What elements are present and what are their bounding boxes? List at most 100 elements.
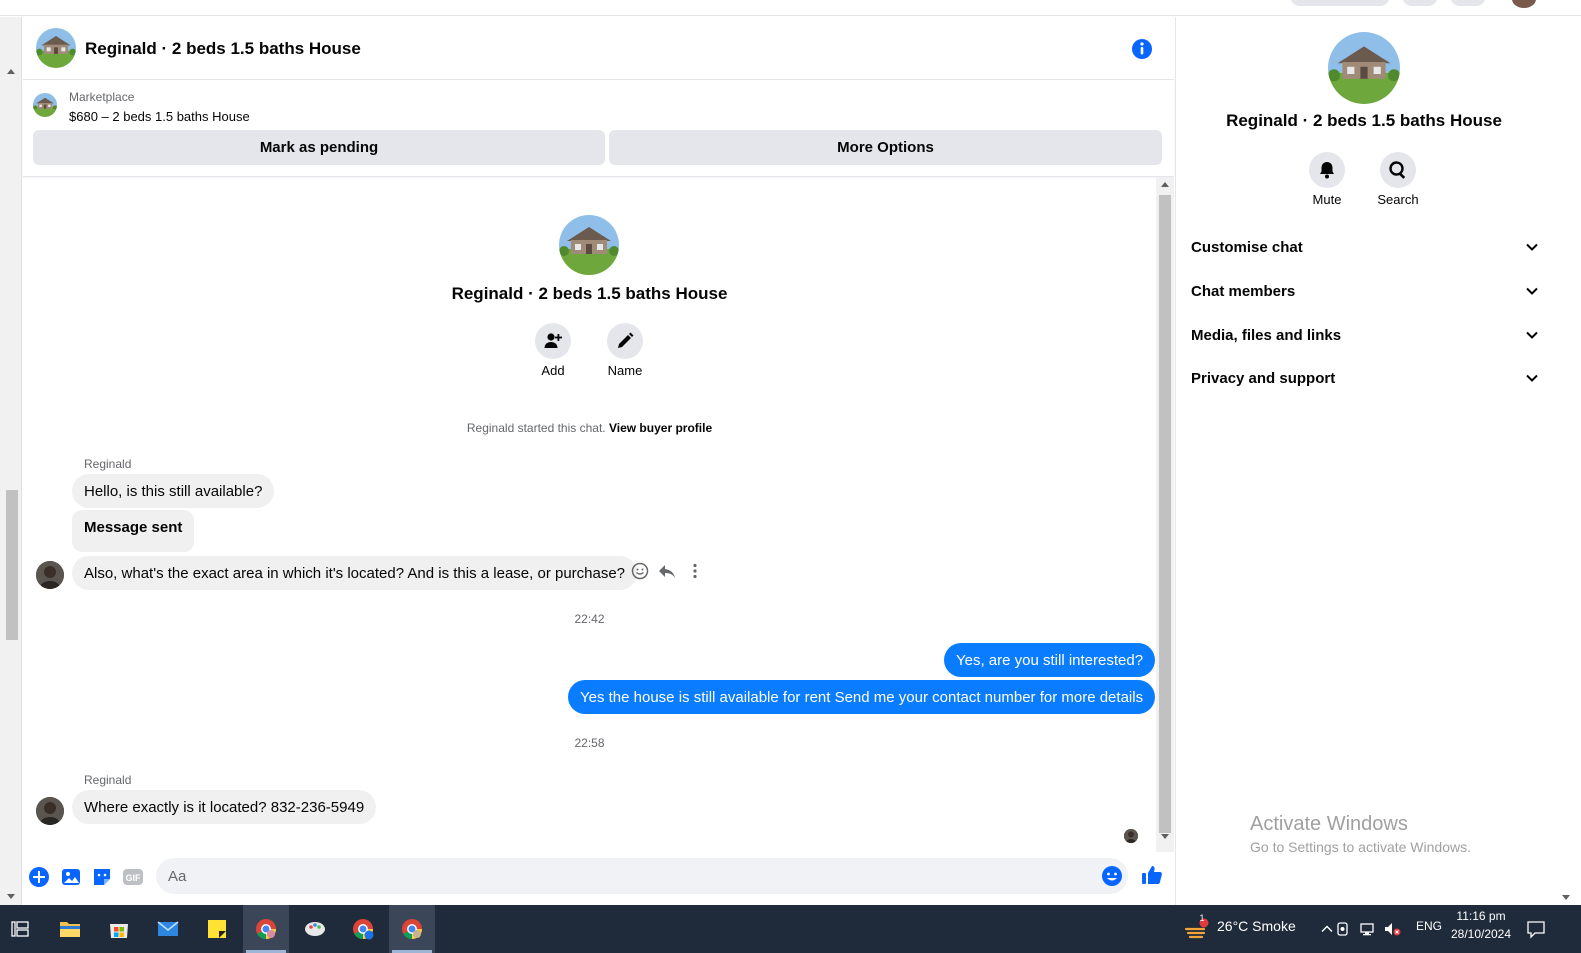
mail-icon[interactable] — [150, 911, 186, 947]
weather-badge: 1 — [1199, 913, 1205, 923]
add-label: Add — [541, 363, 565, 378]
name-chat-button[interactable] — [607, 323, 643, 359]
chrome-icon[interactable] — [248, 911, 284, 947]
incoming-message-sent-card[interactable]: Message sent — [72, 510, 195, 552]
timestamp: 22:42 — [574, 612, 605, 626]
section-label: Privacy and support — [1191, 369, 1336, 387]
top-menu-button[interactable] — [1402, 0, 1438, 6]
intro-avatar — [559, 215, 619, 275]
language-indicator[interactable]: ENG — [1416, 919, 1442, 933]
right-scrollbar[interactable] — [1552, 17, 1581, 905]
page-scrollbar[interactable] — [0, 17, 22, 905]
page-scrollbar-thumb[interactable] — [6, 490, 18, 640]
customise-chat-section[interactable]: Customise chat — [1191, 227, 1539, 267]
top-search-pill[interactable] — [1290, 0, 1390, 6]
details-avatar — [1328, 32, 1400, 104]
scroll-down-arrow-icon[interactable] — [7, 894, 15, 899]
clock-date[interactable]: 28/10/2024 — [1446, 927, 1516, 941]
mute-button[interactable] — [1309, 152, 1345, 188]
network-icon[interactable] — [1357, 911, 1379, 947]
message-input[interactable] — [156, 858, 1128, 894]
view-buyer-profile-link[interactable]: View buyer profile — [609, 421, 712, 435]
bell-icon — [1320, 162, 1334, 179]
details-title: Reginald · 2 beds 1.5 baths House — [1226, 111, 1502, 130]
notification-center-icon[interactable] — [1518, 911, 1554, 947]
media-files-links-section[interactable]: Media, files and links — [1191, 315, 1539, 355]
thumbs-up-icon[interactable] — [1140, 863, 1164, 887]
file-explorer-icon[interactable] — [52, 911, 88, 947]
sender-name: Reginald — [84, 773, 132, 787]
composer: GIF — [23, 853, 1174, 905]
section-label: Chat members — [1191, 282, 1296, 300]
outgoing-message[interactable]: Yes, are you still interested? — [944, 643, 1156, 677]
activate-windows-subtitle: Go to Settings to activate Windows. — [1250, 839, 1471, 855]
chat-scrollbar-thumb[interactable] — [1159, 195, 1171, 833]
mark-as-pending-button[interactable]: Mark as pending — [33, 130, 605, 165]
chrome-work-profile-icon[interactable] — [345, 911, 381, 947]
search-in-chat-button[interactable] — [1380, 152, 1416, 188]
pencil-icon — [618, 332, 634, 348]
microsoft-store-icon[interactable] — [101, 911, 137, 947]
scroll-up-arrow-icon[interactable] — [7, 69, 15, 74]
more-actions-icon[interactable] — [685, 561, 705, 581]
intro-title: Reginald · 2 beds 1.5 baths House — [451, 284, 728, 303]
section-label: Media, files and links — [1191, 326, 1342, 344]
chat-members-section[interactable]: Chat members — [1191, 271, 1539, 311]
listing-thumbnail[interactable] — [33, 93, 57, 117]
emoji-icon[interactable] — [1100, 864, 1124, 888]
react-smiley-icon[interactable] — [630, 561, 650, 581]
listing-price-title[interactable]: $680 – 2 beds 1.5 baths House — [69, 109, 250, 124]
incoming-message[interactable]: Also, what's the exact area in which it'… — [72, 556, 638, 590]
reginald-avatar[interactable] — [36, 797, 64, 825]
chevron-down-icon — [1526, 374, 1538, 382]
clock-time[interactable]: 11:16 pm — [1446, 909, 1516, 923]
chat-title[interactable]: Reginald · 2 beds 1.5 baths House — [85, 39, 361, 59]
name-label: Name — [607, 363, 643, 378]
info-icon[interactable] — [1131, 38, 1153, 60]
chat-started-notice: Reginald started this chat. View buyer p… — [23, 421, 1156, 435]
chat-panel: Reginald · 2 beds 1.5 baths House Market… — [23, 17, 1174, 905]
seen-by-avatar — [1124, 829, 1138, 843]
account-avatar[interactable] — [1512, 0, 1536, 8]
paint-icon[interactable] — [297, 911, 333, 947]
started-text: Reginald started this chat. — [466, 421, 606, 435]
chat-scrollbar[interactable] — [1156, 177, 1174, 852]
sticker-icon[interactable] — [90, 865, 114, 889]
outgoing-message[interactable]: Yes the house is still available for ren… — [568, 680, 1156, 714]
chat-avatar[interactable] — [36, 28, 76, 68]
chevron-down-icon — [1526, 243, 1538, 251]
top-notifications-button[interactable] — [1450, 0, 1486, 6]
incoming-message[interactable]: Where exactly is it located? 832-236-594… — [72, 790, 377, 824]
add-person-icon — [544, 333, 562, 348]
mute-label: Mute — [1312, 192, 1342, 207]
photo-icon[interactable] — [59, 865, 83, 889]
windows-taskbar: 1 26°C Smoke ENG 11:16 pm 28/10/2024 — [0, 905, 1581, 953]
privacy-support-section[interactable]: Privacy and support — [1191, 358, 1539, 398]
more-options-button[interactable]: More Options — [609, 130, 1162, 165]
chevron-down-icon — [1526, 331, 1538, 339]
volume-muted-icon[interactable] — [1382, 911, 1404, 947]
top-bar — [0, 0, 1581, 16]
incoming-message[interactable]: Hello, is this still available? — [72, 474, 275, 508]
plus-circle-icon[interactable] — [27, 865, 51, 889]
task-view-icon[interactable] — [2, 911, 38, 947]
chat-header: Reginald · 2 beds 1.5 baths House — [23, 17, 1174, 80]
chevron-down-icon — [1526, 287, 1538, 295]
weather-text[interactable]: 26°C Smoke — [1217, 918, 1296, 934]
sticky-notes-icon[interactable] — [199, 911, 235, 947]
reply-icon[interactable] — [657, 561, 677, 581]
gif-icon[interactable]: GIF — [121, 865, 145, 889]
activate-windows-title: Activate Windows — [1250, 813, 1408, 835]
marketplace-label: Marketplace — [69, 90, 135, 104]
right-scroll-down-icon[interactable] — [1562, 895, 1570, 900]
meet-now-icon[interactable] — [1333, 911, 1355, 947]
chrome-icon[interactable] — [394, 911, 430, 947]
marketplace-bar: Marketplace $680 – 2 beds 1.5 baths Hous… — [23, 81, 1174, 177]
chat-details-panel: Reginald · 2 beds 1.5 baths House Mute S… — [1175, 17, 1551, 905]
add-people-button[interactable] — [535, 323, 571, 359]
chat-scroll-down-icon[interactable] — [1161, 834, 1169, 839]
section-label: Customise chat — [1191, 238, 1303, 256]
reginald-avatar[interactable] — [36, 561, 64, 589]
chat-scroll-up-icon[interactable] — [1161, 182, 1169, 187]
gif-text: GIF — [126, 873, 142, 883]
